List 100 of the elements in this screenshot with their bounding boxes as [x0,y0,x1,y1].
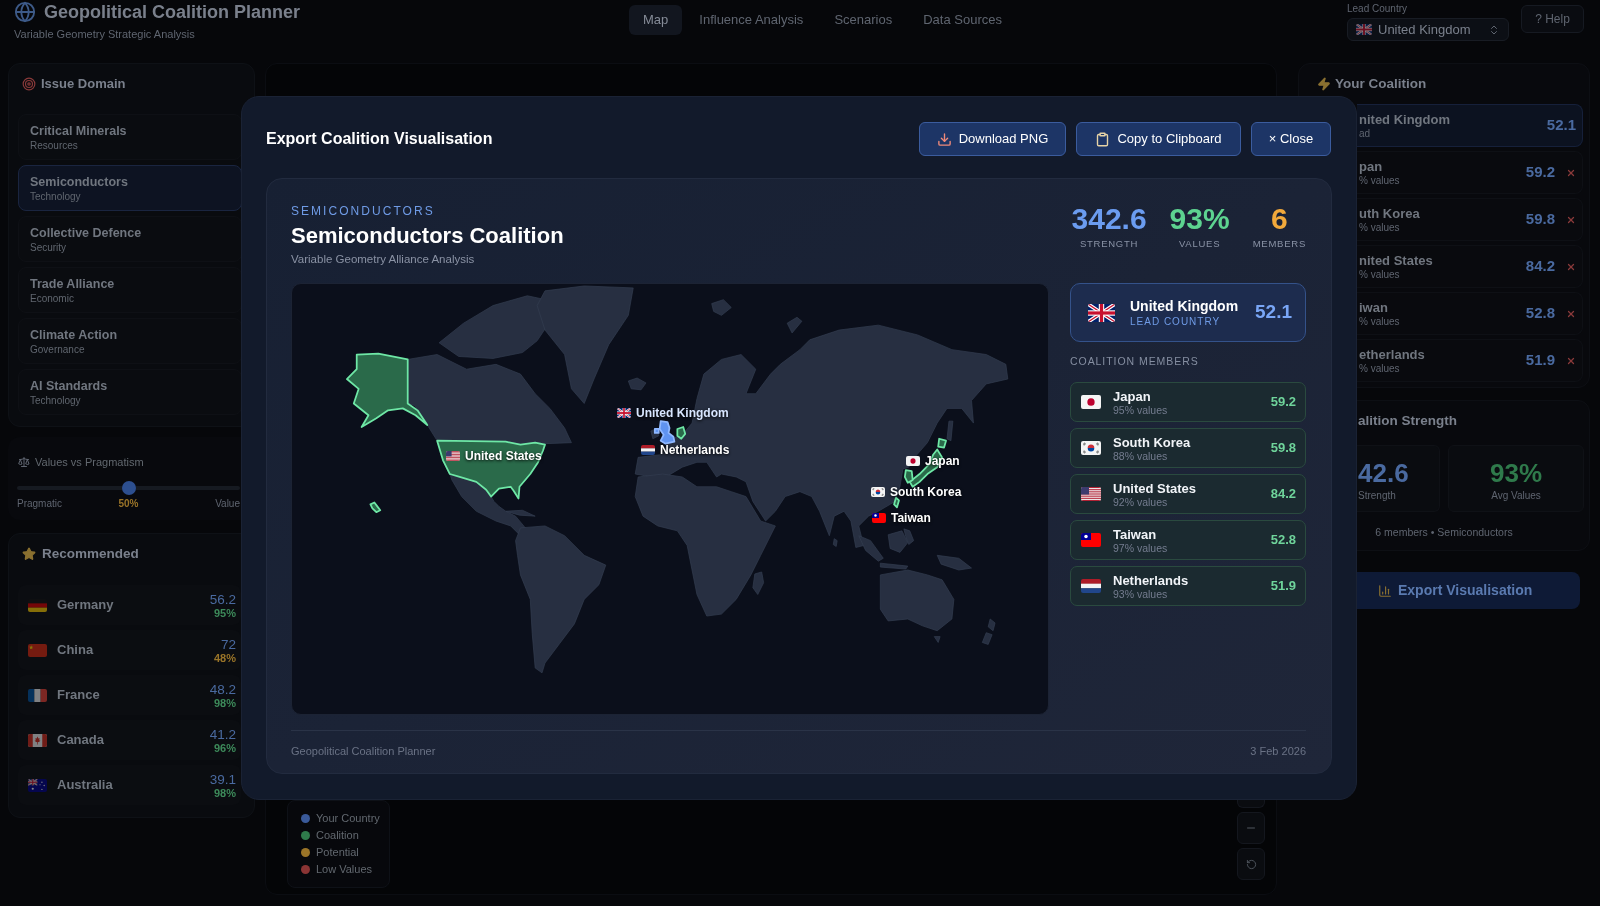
target-icon [22,77,36,91]
domain-item[interactable]: Collective Defence Security [18,216,242,262]
panel-title: alition Strength [1358,413,1457,428]
legend-label: Potential [316,845,359,861]
french-flag-icon [28,688,47,702]
member-score: 59.2 [1270,393,1296,412]
lead-country-caption: LEAD COUNTRY [1130,315,1221,328]
country-detail: % values [1359,174,1400,187]
clipboard-icon [1095,131,1111,147]
new-zealand-landmass [981,618,996,645]
nav-tab[interactable]: Scenarios [820,5,907,35]
values-percent: 98% [213,696,236,709]
country-name: Canada [57,731,104,750]
app-title: Geopolitical Coalition Planner [44,1,301,23]
country-detail: % values [1359,268,1400,281]
country-name: China [57,641,94,660]
member-score: 52.8 [1270,531,1296,550]
british-flag-icon [1356,24,1372,35]
strength-score: 41.2 [209,726,236,742]
stat-value: 93% [1489,458,1542,488]
domain-item[interactable]: Semiconductors Technology [18,165,242,211]
dutch-flag-icon [641,445,655,455]
british-flag-icon [1088,303,1115,322]
stat-label: Avg Values [1491,490,1541,502]
close-icon[interactable] [1566,214,1576,225]
new-guinea-landmass [936,554,972,571]
strength-score: 48.2 [209,681,236,697]
domain-item[interactable]: Critical Minerals Resources [18,114,242,160]
globe-icon [14,1,36,23]
reset-icon [1245,858,1257,870]
country-name: Australia [57,776,113,795]
values-percent: 95% [213,606,236,619]
copy-button[interactable]: Copy to Clipboard [1076,122,1241,156]
download-button[interactable]: Download PNG [919,122,1066,156]
legend-label: Coalition [316,828,359,844]
member-name: South Korea [1113,434,1191,450]
values-percent: 48% [213,651,236,664]
close-icon[interactable] [1566,308,1576,319]
lightning-icon [1317,77,1331,91]
country-detail: % values [1359,221,1400,234]
korean-flag-icon [1081,441,1101,455]
country-name: iwan [1359,299,1388,316]
country-detail: ad [1359,127,1371,140]
slider-title: Values vs Pragmatism [35,456,144,468]
footer-date: 3 Feb 2026 [1250,744,1306,758]
stat-value: 6 [1270,202,1288,236]
iceland-landmass [628,377,647,391]
close-button[interactable]: × Close [1251,122,1331,156]
panel-title: Issue Domain [41,75,126,94]
slider-thumb[interactable] [121,481,136,495]
country-label: Taiwan [891,511,931,525]
sumatra-landmass [858,535,884,562]
lead-country-select[interactable]: United Kingdom [1347,18,1509,41]
lead-country-score: 52.1 [1255,300,1292,325]
member-name: United States [1113,480,1197,496]
chinese-flag-icon [28,643,47,657]
slider-reading: 50% [118,498,139,509]
slider-track[interactable] [17,481,240,495]
coalition-summary: 6 members • Semiconductors [1375,526,1513,538]
strength-score: 56.2 [209,591,236,607]
country-name: nited States [1359,252,1433,269]
country-detail: % values [1359,362,1400,375]
member-name: Taiwan [1113,526,1157,542]
domain-item[interactable]: Trade Alliance Economic [18,267,242,313]
close-icon[interactable] [1566,261,1576,272]
coalition-title: Semiconductors Coalition [291,223,564,249]
star-icon [22,547,36,561]
domain-item[interactable]: Climate Action Governance [18,318,242,364]
member-values: 88% values [1113,449,1168,462]
close-icon[interactable] [1566,355,1576,366]
member-values: 97% values [1113,541,1168,554]
cuba-landmass [505,509,536,517]
member-values: 92% values [1113,495,1168,508]
chevrons-up-down-icon [1488,23,1500,36]
country-name: uth Korea [1359,205,1420,222]
member-score: 51.9 [1270,577,1296,596]
taiwanese-flag-icon [1081,533,1101,547]
values-percent: 98% [213,786,236,799]
nav-tab[interactable]: Map [629,5,683,35]
stat-value: 42.6 [1358,458,1409,488]
country-label: United Kingdom [636,406,729,420]
nav-tab[interactable]: Influence Analysis [685,5,818,35]
nav-tab[interactable]: Data Sources [909,5,1016,35]
export-button[interactable]: Export Visualisation [1357,572,1580,609]
domain-item[interactable]: AI Standards Technology [18,369,242,415]
svalbard-landmass [711,299,732,316]
stat-label: VALUES [1178,238,1221,250]
close-icon[interactable] [1566,167,1576,178]
sakhalin-landmass [946,420,954,442]
panel-title: Your Coalition [1335,74,1427,93]
coalition-score: 52.8 [1525,303,1555,324]
country-name: nited Kingdom [1359,111,1450,128]
help-button[interactable]: ? Help [1521,5,1584,33]
lead-country-name: United Kingdom [1130,297,1239,315]
canadian-flag-icon [28,733,47,747]
stat-value: 93% [1169,202,1230,236]
legend-label: Your Country [316,811,380,827]
member-values: 95% values [1113,403,1168,416]
american-flag-icon [1081,487,1101,501]
reset-view-button[interactable] [1237,848,1265,880]
